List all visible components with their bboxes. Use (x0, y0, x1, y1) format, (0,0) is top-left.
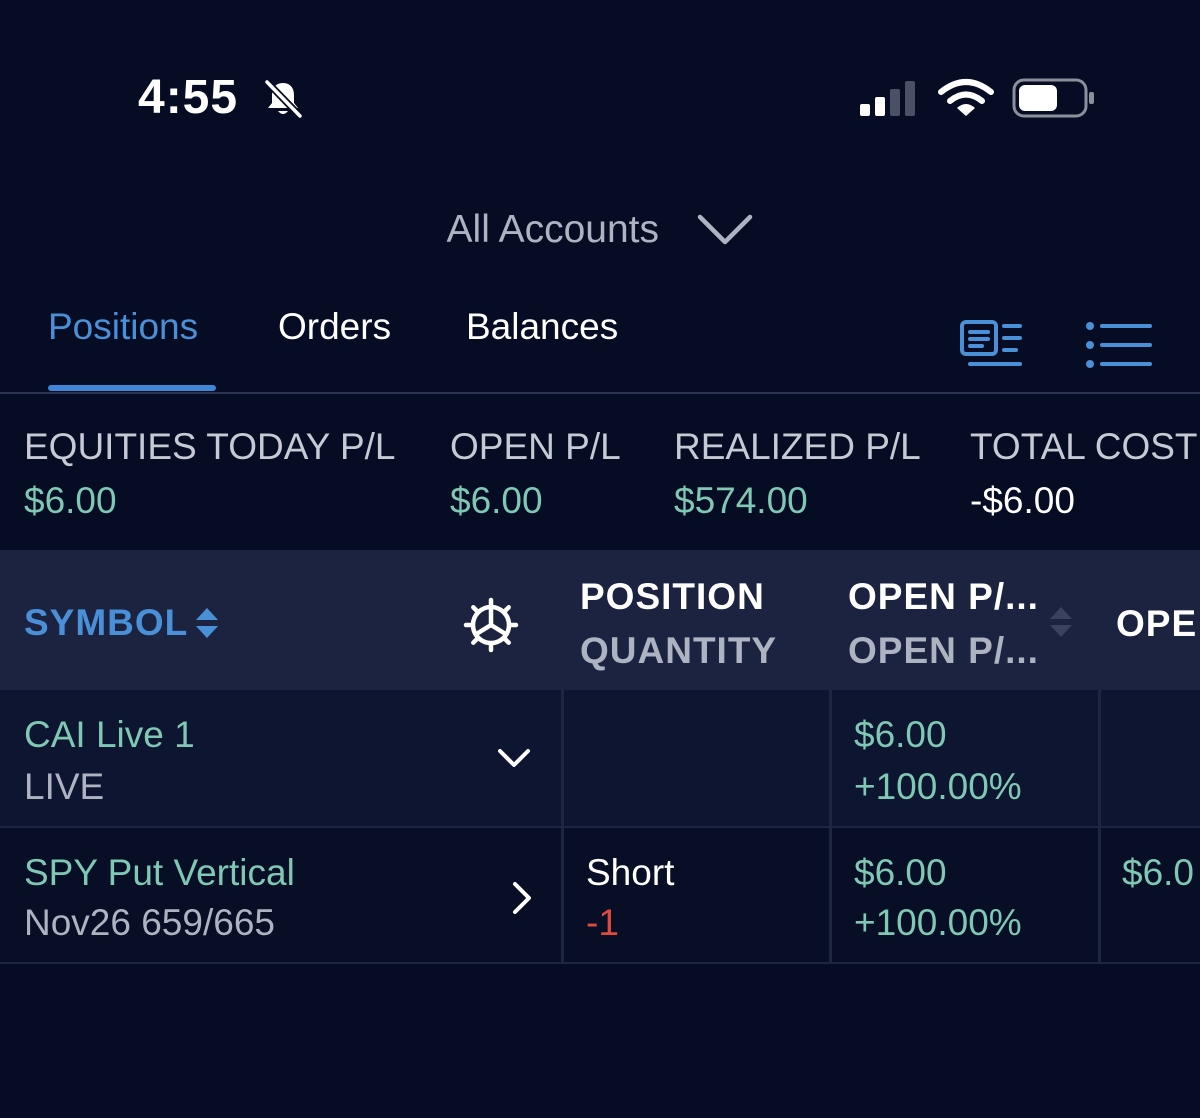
wifi-icon (938, 79, 994, 116)
column-header-quantity[interactable]: QUANTITY (580, 630, 777, 672)
row-account-name: CAI Live 1 (24, 714, 195, 755)
row-next-value: $6.0 (1122, 852, 1195, 893)
column-divider (1098, 690, 1101, 964)
row-position-side: Short (586, 852, 675, 893)
tabs-divider (0, 392, 1200, 394)
card-view-icon[interactable] (958, 318, 1026, 370)
summary-value-realized-pl: $574.00 (674, 480, 808, 521)
row-position-quantity: -1 (586, 902, 619, 943)
status-time: 4:55 (138, 71, 239, 124)
chevron-down-icon[interactable] (496, 746, 532, 770)
row-symbol-name: SPY Put Vertical (24, 852, 295, 893)
summary-label-total-cost: TOTAL COST (970, 426, 1198, 467)
summary-value-total-cost: -$6.00 (970, 480, 1075, 521)
tab-orders[interactable]: Orders (278, 306, 391, 348)
summary-value-open-pl: $6.00 (450, 480, 543, 521)
table-bottom-divider (0, 962, 1200, 964)
row-account-type: LIVE (24, 766, 105, 807)
column-header-next[interactable]: OPE (1116, 603, 1197, 645)
row-open-pl-pct: +100.00% (854, 902, 1022, 943)
sort-icon[interactable] (1048, 604, 1074, 640)
row-open-pl: $6.00 (854, 852, 947, 893)
gear-icon[interactable] (462, 596, 520, 654)
summary-label-open-pl: OPEN P/L (450, 426, 621, 467)
summary-value-equities-today-pl: $6.00 (24, 480, 117, 521)
tab-balances[interactable]: Balances (466, 306, 618, 348)
tab-positions[interactable]: Positions (48, 306, 198, 348)
row-symbol-detail: Nov26 659/665 (24, 902, 275, 943)
summary-label-realized-pl: REALIZED P/L (674, 426, 921, 467)
account-selector-label: All Accounts (446, 208, 659, 251)
summary-label-equities-today-pl: EQUITIES TODAY P/L (24, 426, 396, 467)
list-view-icon[interactable] (1084, 320, 1154, 370)
row-open-pl-pct: +100.00% (854, 766, 1022, 807)
active-tab-indicator (48, 385, 216, 391)
column-divider (829, 690, 832, 964)
cellular-signal-icon (860, 81, 915, 116)
column-header-symbol[interactable]: SYMBOL (24, 602, 188, 644)
column-header-open-pl[interactable]: OPEN P/... (848, 576, 1039, 618)
row-open-pl: $6.00 (854, 714, 947, 755)
sort-icon[interactable] (194, 605, 220, 641)
chevron-right-icon[interactable] (510, 880, 534, 916)
bell-slash-icon (264, 79, 303, 119)
chevron-down-icon (698, 214, 753, 245)
column-divider (561, 690, 564, 964)
column-header-open-pl-pct[interactable]: OPEN P/... (848, 630, 1039, 672)
column-header-position[interactable]: POSITION (580, 576, 765, 618)
battery-icon (1012, 78, 1094, 118)
account-selector[interactable]: All Accounts (0, 208, 1200, 252)
